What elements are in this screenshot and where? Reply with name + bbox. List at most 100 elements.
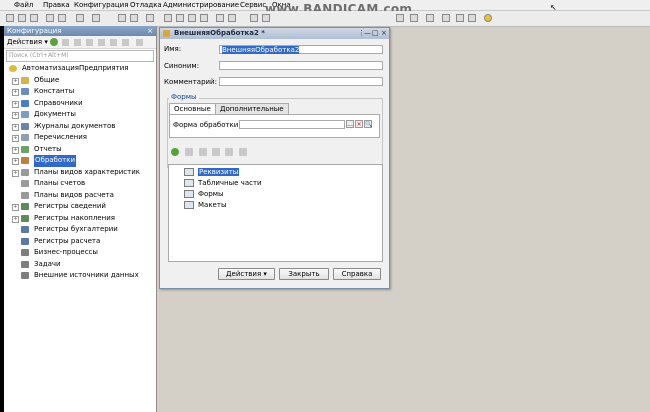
delete-icon[interactable] <box>200 14 208 22</box>
list-item-attributes[interactable]: Реквизиты <box>184 167 240 177</box>
cut-icon[interactable] <box>164 14 172 22</box>
new-icon[interactable] <box>6 14 14 22</box>
menu-edit[interactable]: Правка <box>43 1 70 9</box>
sort-icon[interactable] <box>239 148 247 156</box>
close-icon[interactable]: × <box>381 28 387 39</box>
sidebar-item-8[interactable]: + Обработки <box>4 155 156 167</box>
sidebar-item-17[interactable]: Задачи <box>4 259 156 271</box>
calc-icon[interactable] <box>410 14 418 22</box>
sidebar-item-13[interactable]: + Регистры накопления <box>4 213 156 225</box>
sidebar-item-15[interactable]: Регистры расчета <box>4 236 156 248</box>
save-doc-icon[interactable] <box>146 14 154 22</box>
list-item-forms[interactable]: Формы <box>184 189 224 199</box>
paste-icon[interactable] <box>188 14 196 22</box>
list-item-templates[interactable]: Макеты <box>184 200 226 210</box>
expand-icon[interactable]: + <box>12 89 19 96</box>
help-button[interactable]: Справка <box>333 268 381 280</box>
sidebar-item-18[interactable]: Внешние источники данных <box>4 270 156 282</box>
tools-icon[interactable] <box>468 14 476 22</box>
name-field[interactable]: ВнешняяОбработка2 <box>219 45 383 54</box>
minimize-icon[interactable]: — <box>364 28 371 39</box>
sidebar-item-7[interactable]: + Отчеты <box>4 144 156 156</box>
add-icon[interactable] <box>50 38 58 46</box>
sync-icon[interactable] <box>442 14 450 22</box>
synonym-field[interactable] <box>219 61 383 70</box>
debug-icon[interactable] <box>396 14 404 22</box>
expand-icon[interactable]: + <box>12 169 19 177</box>
update-icon[interactable] <box>76 14 84 22</box>
sidebar-item-4[interactable]: + Документы <box>4 109 156 121</box>
menu-administration[interactable]: Администрирование <box>163 1 239 9</box>
comment-field[interactable] <box>219 77 383 86</box>
redo-icon[interactable] <box>262 14 270 22</box>
open-icon[interactable] <box>18 14 26 22</box>
menu-service[interactable]: Сервис <box>240 1 266 9</box>
expand-icon[interactable]: + <box>12 215 19 223</box>
select-button[interactable]: ... <box>346 120 354 128</box>
sidebar-item-5[interactable]: + Журналы документов <box>4 121 156 133</box>
chevron-down-icon[interactable]: ▾ <box>42 38 48 46</box>
copy-icon[interactable] <box>62 39 69 46</box>
close-button[interactable]: Закрыть <box>279 268 329 280</box>
menu-file[interactable]: Файл <box>14 1 33 9</box>
list-item-tabular-sections[interactable]: Табличные части <box>184 178 262 188</box>
expand-icon[interactable]: + <box>12 204 19 211</box>
copy-icon[interactable] <box>176 14 184 22</box>
config-search-input[interactable]: Поиск (Ctrl+Alt+M) <box>6 50 154 62</box>
sidebar-item-1[interactable]: + Общие <box>4 75 156 87</box>
move-down-icon[interactable] <box>225 148 233 156</box>
sidebar-item-10[interactable]: Планы счетов <box>4 178 156 190</box>
people-icon[interactable] <box>456 14 464 22</box>
expand-icon[interactable]: + <box>12 100 19 108</box>
actions-menu-button[interactable]: Действия <box>7 38 42 46</box>
clear-icon[interactable]: × <box>355 120 363 128</box>
edit-icon[interactable] <box>74 39 81 46</box>
undo-icon[interactable] <box>250 14 258 22</box>
find-icon[interactable] <box>216 14 224 22</box>
sidebar-item-11[interactable]: Планы видов расчета <box>4 190 156 202</box>
sidebar-item-3[interactable]: + Справочники <box>4 98 156 110</box>
expand-icon[interactable]: + <box>12 123 19 131</box>
menu-configuration[interactable]: Конфигурация <box>74 1 128 9</box>
expand-icon[interactable]: + <box>12 146 19 154</box>
move-up-icon[interactable] <box>212 148 220 156</box>
config-icon[interactable] <box>46 14 54 22</box>
replace-icon[interactable] <box>228 14 236 22</box>
sidebar-item-14[interactable]: Регистры бухгалтерии <box>4 224 156 236</box>
menu-debug[interactable]: Отладка <box>130 1 162 9</box>
tree-root[interactable]: АвтоматизацияПредприятия <box>4 63 156 75</box>
add-icon[interactable] <box>171 148 179 156</box>
filter-icon[interactable] <box>136 39 143 46</box>
maximize-icon[interactable]: □ <box>372 28 379 39</box>
expand-icon[interactable]: + <box>12 77 19 85</box>
help-icon[interactable] <box>484 14 492 22</box>
new-doc-icon[interactable] <box>118 14 126 22</box>
tab-basic[interactable]: Основные <box>169 103 216 114</box>
edit-icon[interactable] <box>185 148 193 156</box>
expand-icon[interactable]: + <box>12 112 19 119</box>
move-down-icon[interactable] <box>110 39 117 46</box>
delete-icon[interactable] <box>199 148 207 156</box>
tree-icon[interactable] <box>58 14 66 22</box>
chart-types-icon <box>21 168 29 176</box>
window-icon[interactable] <box>426 14 434 22</box>
copy-doc-icon[interactable] <box>130 14 138 22</box>
sidebar-item-6[interactable]: + Перечисления <box>4 132 156 144</box>
sort-icon[interactable] <box>122 39 129 46</box>
sidebar-item-9[interactable]: + Планы видов характеристик <box>4 167 156 179</box>
expand-icon[interactable]: + <box>12 158 19 165</box>
open-icon[interactable]: 🔍 <box>364 120 372 128</box>
sidebar-item-12[interactable]: + Регистры сведений <box>4 201 156 213</box>
db-icon[interactable] <box>92 14 100 22</box>
expand-icon[interactable]: + <box>12 135 19 142</box>
attribute-icon <box>184 168 194 176</box>
sidebar-item-2[interactable]: + Константы <box>4 86 156 98</box>
tab-additional[interactable]: Дополнительные <box>215 103 289 114</box>
save-icon[interactable] <box>30 14 38 22</box>
actions-button[interactable]: Действия ▾ <box>218 268 275 280</box>
delete-icon[interactable] <box>86 39 93 46</box>
move-up-icon[interactable] <box>98 39 105 46</box>
close-icon[interactable]: × <box>147 26 153 36</box>
sidebar-item-16[interactable]: Бизнес-процессы <box>4 247 156 259</box>
processing-form-field[interactable] <box>239 120 345 129</box>
